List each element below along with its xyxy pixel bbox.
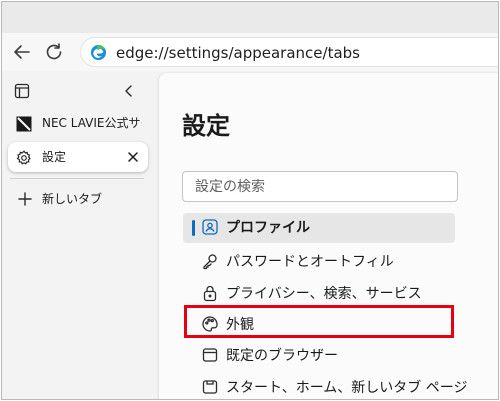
- home-window-icon: [202, 380, 218, 394]
- close-icon[interactable]: [126, 150, 140, 164]
- address-bar[interactable]: edge://settings/appearance/tabs: [80, 37, 498, 67]
- key-icon: [203, 254, 217, 270]
- settings-nav-default-browser[interactable]: 既定のブラウザー: [183, 341, 455, 371]
- address-url: edge://settings/appearance/tabs: [116, 44, 360, 62]
- browser-toolbar: edge://settings/appearance/tabs: [2, 33, 498, 71]
- settings-nav-start-home[interactable]: スタート、ホーム、新しいタブ ページ: [183, 373, 467, 399]
- gear-icon: [16, 150, 31, 165]
- vertical-tabs-sidebar: NEC LAVIE公式サイ 設定 新しいタブ: [2, 71, 152, 399]
- settings-nav-passwords[interactable]: パスワードとオートフィル: [183, 247, 455, 277]
- plus-icon: [18, 192, 32, 206]
- title-bar: [2, 2, 498, 33]
- refresh-button[interactable]: [43, 41, 65, 63]
- tab-label: NEC LAVIE公式サイ: [42, 116, 142, 130]
- nav-label: パスワードとオートフィル: [226, 254, 394, 270]
- new-tab-label: 新しいタブ: [42, 192, 103, 206]
- settings-search-input[interactable]: [182, 171, 458, 202]
- lock-icon: [203, 285, 217, 302]
- browser-window: edge://settings/appearance/tabs NEC LAVI…: [1, 1, 499, 400]
- page-title: 設定: [182, 112, 230, 140]
- nav-label: 既定のブラウザー: [226, 348, 338, 364]
- chevron-left-icon[interactable]: [120, 82, 138, 100]
- tab-nec-lavie[interactable]: NEC LAVIE公式サイ: [8, 108, 148, 138]
- profile-icon: [202, 219, 218, 235]
- back-button[interactable]: [11, 41, 33, 63]
- refresh-icon: [46, 43, 62, 60]
- nav-label: プライバシー、検索、サービス: [226, 286, 422, 302]
- settings-page: 設定 プロファイル パスワードとオートフィル プライバシ: [159, 73, 498, 399]
- back-arrow-icon: [14, 45, 30, 59]
- browser-window-icon: [202, 348, 218, 362]
- nec-favicon-icon: [16, 116, 32, 132]
- new-tab-button[interactable]: 新しいタブ: [8, 184, 148, 214]
- tab-settings[interactable]: 設定: [8, 142, 148, 172]
- nav-label: スタート、ホーム、新しいタブ ページ: [226, 380, 468, 396]
- nav-label: プロファイル: [226, 220, 310, 236]
- settings-nav-profile[interactable]: プロファイル: [183, 213, 455, 243]
- edge-logo-icon: [90, 44, 107, 61]
- appearance-highlight-box: [184, 305, 454, 338]
- sidebar-divider: [10, 178, 144, 179]
- tab-label: 設定: [42, 150, 67, 164]
- tab-actions-icon[interactable]: [14, 83, 30, 99]
- active-indicator: [192, 220, 195, 236]
